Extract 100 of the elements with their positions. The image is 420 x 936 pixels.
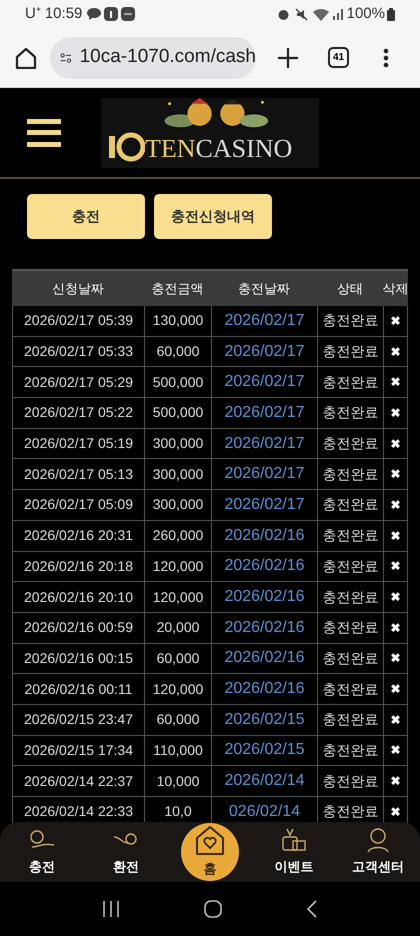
table-cell-text: 2026/02/14 22:37: [24, 772, 133, 791]
notification-icon: [104, 7, 118, 21]
site-settings-icon[interactable]: [60, 50, 72, 64]
table-cell-text: 10,0: [164, 802, 192, 822]
tab-button[interactable]: 충전신청내역: [154, 194, 272, 239]
delete-button[interactable]: ✖: [390, 649, 400, 668]
logo[interactable]: TENCASINO: [101, 98, 319, 168]
battery-level: 100%: [346, 4, 385, 24]
tab-button[interactable]: 충전: [27, 194, 145, 239]
logo-mark: [107, 132, 145, 162]
date-link[interactable]: 2026/02/17: [224, 308, 305, 333]
delete-button[interactable]: ✖: [390, 496, 400, 514]
table-cell-text: 300,000: [152, 464, 204, 484]
table-cell-text: 2026/02/16 00:59: [24, 618, 133, 638]
back-icon[interactable]: [306, 900, 318, 918]
table-cell-text: 충전완료: [322, 648, 378, 668]
table-cell-text: 충전완료: [322, 710, 378, 730]
table-cell-text: 충전완료: [322, 403, 378, 422]
table-cell-text: 10,000: [156, 772, 200, 791]
tab-count-button[interactable]: 41: [328, 47, 349, 68]
date-link[interactable]: 2026/02/17: [224, 370, 305, 394]
table-cell-text: 2026/02/15 17:34: [24, 740, 133, 760]
delete-button[interactable]: ✖: [390, 312, 400, 330]
date-link[interactable]: 2026/02/14: [224, 769, 305, 794]
chat-icon: [87, 8, 102, 20]
delete-button[interactable]: ✖: [390, 342, 400, 361]
table-cell-text: 충전완료: [322, 556, 378, 576]
date-link[interactable]: 2026/02/16: [224, 585, 305, 610]
nav-item[interactable]: 이벤트: [274, 827, 314, 877]
nav-item[interactable]: 고객센터: [352, 827, 404, 877]
table-cell-text: 충전완료: [322, 495, 378, 514]
delete-button[interactable]: ✖: [390, 802, 400, 821]
date-link[interactable]: 2026/02/16: [224, 616, 305, 640]
recent-apps-icon[interactable]: [102, 900, 120, 918]
delete-button[interactable]: ✖: [390, 465, 400, 484]
table-cell-text: 2026/02/16 20:18: [24, 556, 133, 576]
date-link[interactable]: 2026/02/16: [224, 677, 305, 702]
nav-item[interactable]: 충전: [29, 827, 55, 877]
battery-icon: [387, 8, 395, 20]
nav-item[interactable]: 홈: [181, 823, 239, 881]
date-link[interactable]: 2026/02/17: [224, 400, 305, 425]
table-cell-text: 충전완료: [322, 342, 378, 362]
delete-button[interactable]: ✖: [390, 588, 400, 606]
column-header: 신청날짜: [51, 280, 105, 298]
date-link[interactable]: 2026/02/16: [224, 524, 305, 548]
table-cell-text: 260,000: [152, 526, 204, 546]
home-icon[interactable]: [14, 46, 38, 68]
table-cell-text: 충전완료: [322, 526, 378, 546]
date-link[interactable]: 2026/02/15: [224, 708, 305, 732]
plus-icon[interactable]: [278, 48, 298, 68]
column-header: 상태: [336, 280, 364, 298]
table-cell-text: 충전완료: [322, 740, 378, 760]
url-text: 10ca-1070.com/cash: [80, 45, 256, 70]
date-link[interactable]: 2026/02/16: [224, 554, 305, 578]
delete-button[interactable]: ✖: [390, 772, 400, 790]
delete-button[interactable]: ✖: [390, 557, 400, 576]
date-link[interactable]: 2026/02/17: [224, 432, 305, 456]
nav-item[interactable]: 환전: [113, 827, 139, 877]
date-link[interactable]: 2026/02/17: [224, 462, 305, 486]
url-field[interactable]: 10ca-1070.com/cash: [50, 36, 256, 78]
date-link[interactable]: 2026/02/17: [224, 492, 305, 517]
heart-house-icon: [194, 825, 226, 858]
table-cell-text: 2026/02/16 00:15: [24, 648, 133, 668]
delete-button[interactable]: ✖: [390, 434, 400, 453]
table-cell-text: 충전완료: [322, 588, 378, 607]
delete-button[interactable]: ✖: [390, 373, 400, 392]
table-cell-text: 2026/02/17 05:22: [24, 403, 133, 422]
table-cell-text: 2026/02/17 05:09: [24, 495, 133, 514]
delete-button[interactable]: ✖: [390, 741, 400, 760]
table-cell-text: 120,000: [152, 588, 204, 607]
table-cell-text: 충전완료: [322, 464, 378, 484]
delete-button[interactable]: ✖: [390, 680, 400, 698]
table-cell-text: 2026/02/16 20:31: [24, 526, 133, 546]
column-header: 충전금액: [150, 280, 204, 298]
table-cell-text: 충전완료: [322, 311, 378, 330]
table-cell-text: 20,000: [156, 618, 200, 638]
date-link[interactable]: 2026/02/15: [224, 738, 305, 762]
table-cell-text: 300,000: [152, 434, 204, 454]
table-cell-text: 60,000: [156, 648, 200, 668]
table-cell-text: 300,000: [152, 495, 204, 514]
delete-button[interactable]: ✖: [390, 710, 400, 729]
table-cell-text: 110,000: [153, 740, 203, 760]
more-icon[interactable]: [383, 48, 389, 68]
table-cell-text: 2026/02/17 05:33: [24, 342, 133, 362]
table-cell-text: 충전완료: [322, 772, 378, 791]
table-cell-text: 2026/02/17 05:29: [24, 372, 133, 392]
delete-button[interactable]: ✖: [390, 404, 400, 422]
delete-button[interactable]: ✖: [390, 526, 400, 545]
menu-icon[interactable]: [27, 118, 61, 148]
delete-button[interactable]: ✖: [390, 618, 400, 637]
table-cell-text: 60,000: [156, 342, 200, 362]
date-link[interactable]: 2026/02/17: [224, 340, 305, 364]
table-cell-text: 2026/02/17 05:13: [24, 464, 133, 484]
home-button-icon[interactable]: [204, 900, 222, 918]
table-cell-text: 120,000: [152, 680, 204, 699]
date-link[interactable]: 2026/02/16: [224, 646, 305, 670]
table-cell-text: 500,000: [152, 403, 204, 422]
table-cell-text: 500,000: [152, 372, 204, 392]
table-cell-text: 2026/02/15 23:47: [24, 710, 133, 730]
date-link[interactable]: 026/02/14: [228, 800, 300, 824]
